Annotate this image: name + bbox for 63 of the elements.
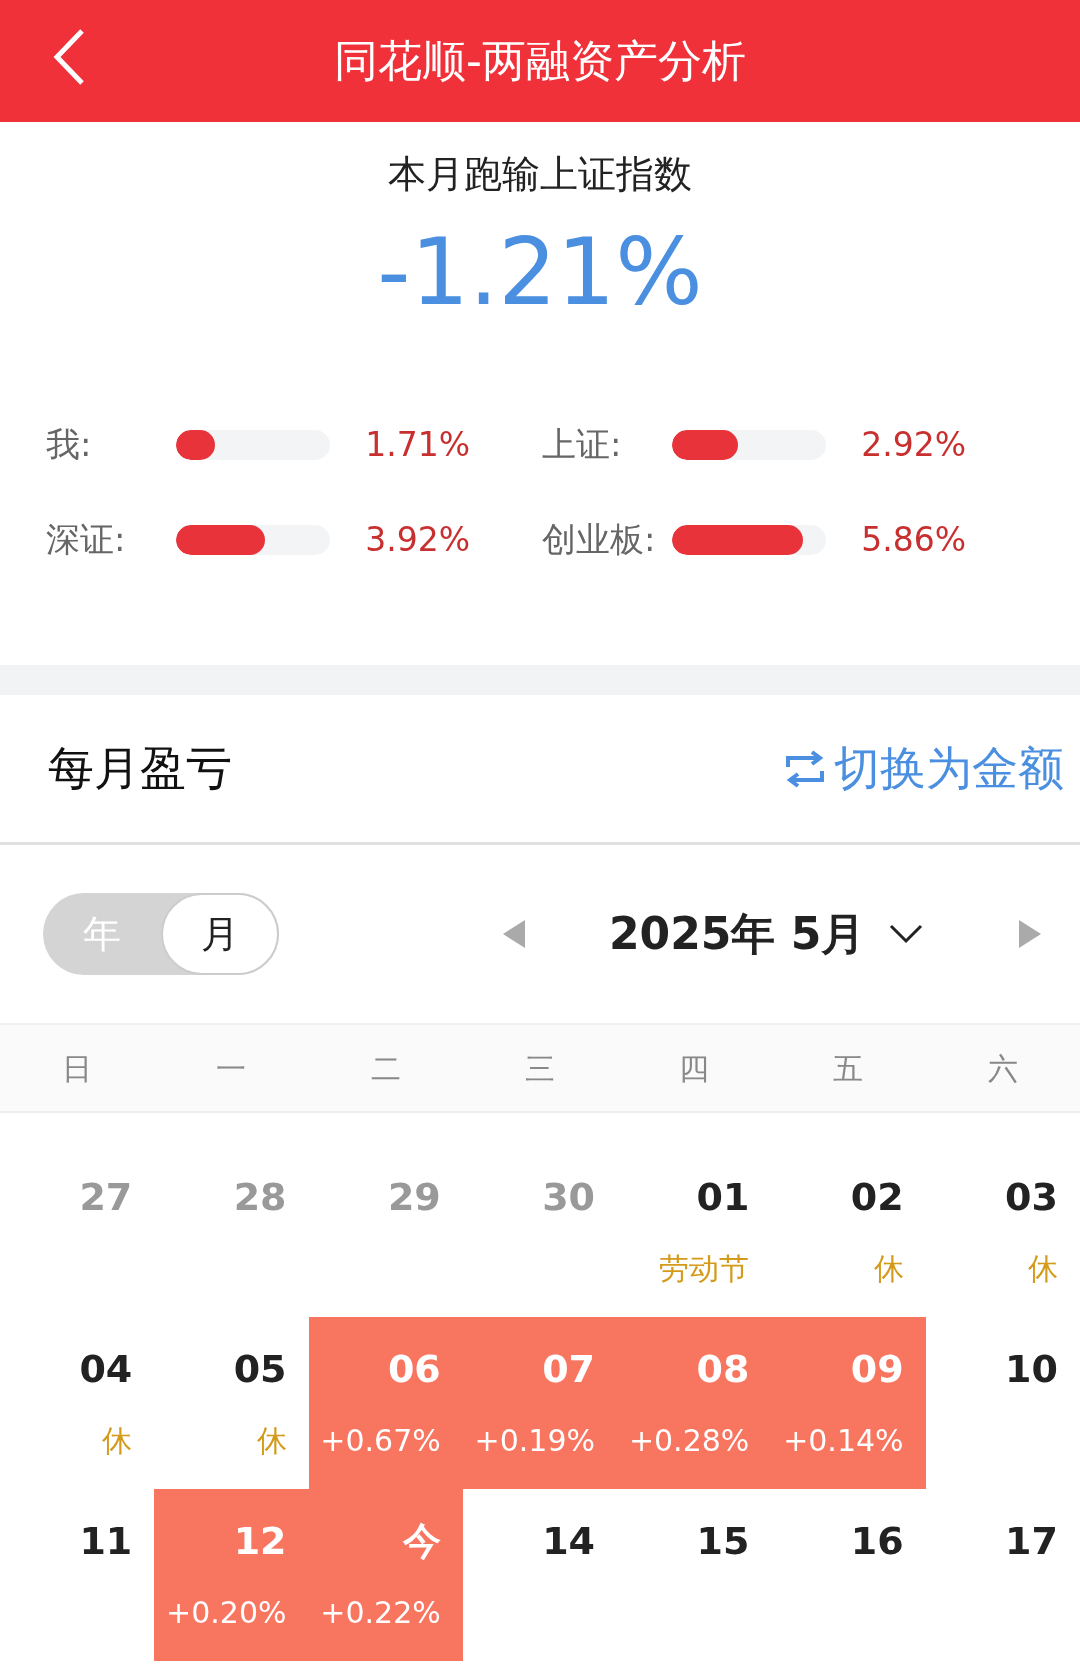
- weekday-label: 三: [523, 1049, 556, 1088]
- month-label: 2025年 5月: [609, 907, 866, 961]
- day-number: 16: [849, 1518, 904, 1565]
- summary-value: -1.21%: [377, 227, 703, 319]
- page-title: 同花顺-两融资产分析: [334, 34, 746, 88]
- gain-day-cell[interactable]: 07 +0.19%: [462, 1317, 618, 1489]
- holiday-note: 休: [872, 1250, 904, 1288]
- day-number: 11: [78, 1518, 133, 1565]
- switch-link[interactable]: 切换为金额: [784, 734, 1064, 803]
- comparison-label: 我:: [46, 423, 93, 466]
- day-number: 04: [78, 1346, 133, 1393]
- holiday-note: 休: [1026, 1250, 1058, 1288]
- back-icon[interactable]: [52, 28, 86, 86]
- day-number: 01: [695, 1174, 750, 1221]
- day-number: 02: [849, 1174, 904, 1221]
- weekday-label: 一: [215, 1049, 248, 1088]
- swap-icon: [784, 749, 826, 788]
- day-change: +0.20%: [165, 1594, 287, 1632]
- section-title: 每月盈亏: [48, 740, 232, 797]
- day-number: 今: [401, 1518, 441, 1565]
- holiday-note: 休: [255, 1422, 287, 1460]
- day-number: 07: [541, 1346, 596, 1393]
- day-number: 29: [386, 1174, 441, 1221]
- day-change: +0.14%: [782, 1422, 904, 1460]
- day-number: 09: [849, 1346, 904, 1393]
- comparison-reading: 5.86%: [860, 518, 966, 561]
- day-change: +0.19%: [473, 1422, 596, 1460]
- day-change: +0.67%: [319, 1422, 441, 1460]
- day-number: 30: [541, 1174, 596, 1221]
- day-number: 08: [695, 1346, 750, 1393]
- day-number: 10: [1003, 1346, 1058, 1393]
- comparison-reading: 1.71%: [364, 423, 470, 466]
- weekday-label: 六: [986, 1049, 1019, 1088]
- day-number: 14: [541, 1518, 596, 1565]
- chevron-down-icon[interactable]: [889, 924, 924, 944]
- summary-caption: 本月跑输上证指数: [388, 151, 692, 198]
- toggle-option[interactable]: 月: [161, 893, 279, 975]
- gain-day-cell[interactable]: 09 +0.14%: [771, 1317, 926, 1489]
- gain-day-cell[interactable]: 08 +0.28%: [617, 1317, 772, 1489]
- comparison-label: 深证:: [46, 518, 127, 561]
- weekday-label: 五: [832, 1049, 865, 1088]
- day-number: 12: [232, 1518, 287, 1565]
- comparison-reading: 3.92%: [364, 518, 470, 561]
- gain-day-cell[interactable]: 今 +0.22%: [308, 1489, 463, 1661]
- gain-day-cell[interactable]: 06 +0.67%: [308, 1317, 463, 1489]
- day-change: +0.22%: [319, 1594, 441, 1632]
- comparison-label: 创业板:: [542, 518, 657, 561]
- weekday-label: 日: [61, 1049, 94, 1088]
- day-number: 15: [695, 1518, 750, 1565]
- day-number: 03: [1003, 1174, 1058, 1221]
- holiday-note: 休: [101, 1422, 133, 1460]
- comparison-reading: 2.92%: [860, 423, 966, 466]
- gain-day-cell[interactable]: 12 +0.20%: [154, 1489, 309, 1661]
- weekday-label: 二: [369, 1049, 402, 1088]
- day-number: 28: [232, 1174, 287, 1221]
- day-change: +0.28%: [627, 1422, 750, 1460]
- day-number: 27: [78, 1174, 133, 1221]
- day-number: 05: [232, 1346, 287, 1393]
- comparison-label: 上证:: [542, 423, 623, 466]
- day-number: 06: [386, 1346, 441, 1393]
- holiday-note: 劳动节: [658, 1250, 750, 1288]
- weekday-label: 四: [678, 1049, 711, 1088]
- day-number: 17: [1003, 1518, 1058, 1565]
